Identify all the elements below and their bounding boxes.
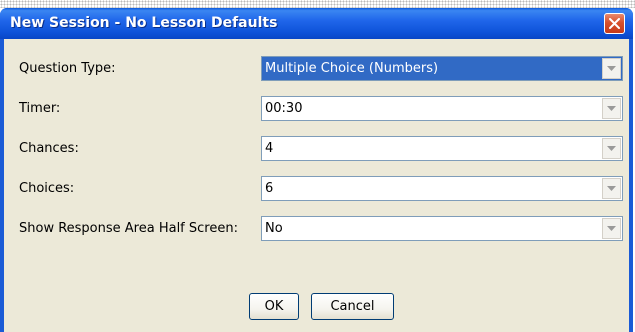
chevron-down-icon — [607, 186, 616, 191]
choices-select[interactable]: 6 — [261, 176, 623, 201]
chevron-down-icon — [607, 66, 616, 71]
chevron-down-icon — [607, 106, 616, 111]
chevron-down-icon — [607, 146, 616, 151]
cancel-button[interactable]: Cancel — [311, 293, 394, 320]
half-screen-value: No — [265, 221, 283, 236]
question-type-value: Multiple Choice (Numbers) — [265, 61, 439, 76]
timer-label: Timer: — [19, 101, 61, 116]
timer-dropdown-button[interactable] — [602, 98, 621, 119]
window-title: New Session - No Lesson Defaults — [10, 15, 278, 31]
chevron-down-icon — [607, 226, 616, 231]
question-type-dropdown-button[interactable] — [602, 58, 621, 79]
close-button[interactable] — [604, 13, 625, 34]
chances-select[interactable]: 4 — [261, 136, 623, 161]
half-screen-dropdown-button[interactable] — [602, 218, 621, 239]
chances-dropdown-button[interactable] — [602, 138, 621, 159]
dialog-body: Question Type: Multiple Choice (Numbers)… — [4, 39, 629, 332]
choices-label: Choices: — [19, 181, 75, 196]
question-type-select[interactable]: Multiple Choice (Numbers) — [261, 56, 623, 81]
timer-value: 00:30 — [265, 101, 303, 116]
question-type-label: Question Type: — [19, 61, 116, 76]
title-bar[interactable]: New Session - No Lesson Defaults — [0, 8, 633, 39]
close-icon — [609, 18, 620, 29]
chances-value: 4 — [265, 141, 274, 156]
choices-dropdown-button[interactable] — [602, 178, 621, 199]
timer-select[interactable]: 00:30 — [261, 96, 623, 121]
desktop-background — [0, 0, 635, 8]
half-screen-select[interactable]: No — [261, 216, 623, 241]
choices-value: 6 — [265, 181, 274, 196]
chances-label: Chances: — [19, 141, 79, 156]
ok-button[interactable]: OK — [249, 293, 299, 320]
dialog-window: New Session - No Lesson Defaults Questio… — [0, 8, 633, 332]
half-screen-label: Show Response Area Half Screen: — [19, 221, 238, 236]
